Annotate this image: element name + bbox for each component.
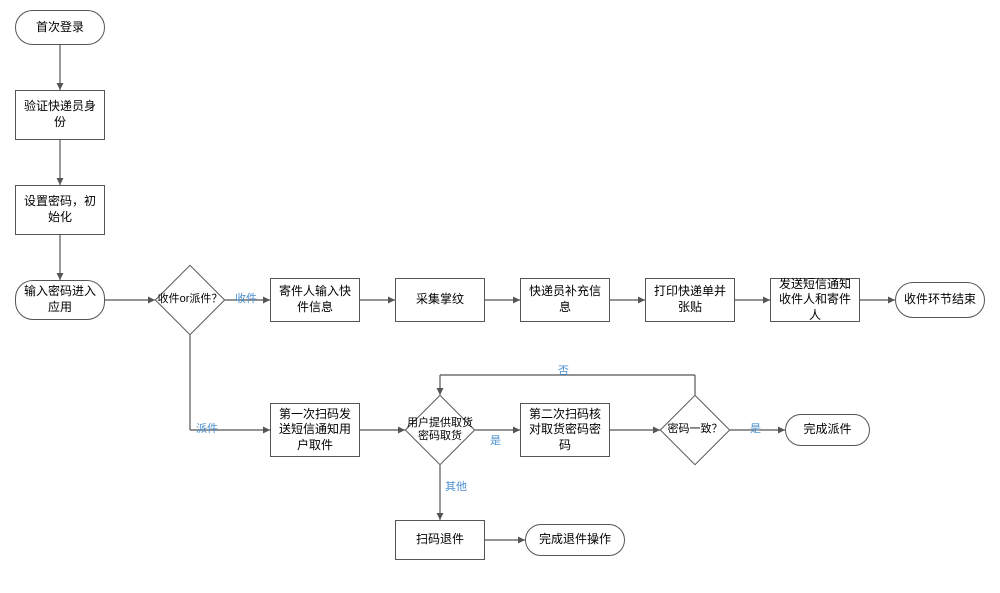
decision-password-match: 密码一致？ (660, 395, 730, 465)
node-first-login: 首次登录 (15, 10, 105, 45)
node-pickup-end: 收件环节结束 (895, 282, 985, 318)
node-first-scan-sms: 第一次扫码发送短信通知用户取件 (270, 403, 360, 457)
node-verify-courier: 验证快递员身份 (15, 90, 105, 140)
node-sender-input: 寄件人输入快件信息 (270, 278, 360, 322)
node-second-scan-verify: 第二次扫码核对取货密码密码 (520, 403, 610, 457)
label-yes-1: 是 (490, 432, 501, 448)
decision-user-password: 用户提供取货密码取货 (405, 395, 475, 465)
node-send-sms: 发送短信通知收件人和寄件人 (770, 278, 860, 322)
label-no: 否 (558, 362, 569, 378)
node-scan-return: 扫码退件 (395, 520, 485, 560)
label-yes-2: 是 (750, 420, 761, 436)
node-courier-supplement: 快递员补充信息 (520, 278, 610, 322)
node-delivery-complete: 完成派件 (785, 414, 870, 446)
node-set-password: 设置密码，初始化 (15, 185, 105, 235)
decision-pickup-or-deliver: 收件or派件？ (155, 265, 225, 335)
label-pickup: 收件 (235, 290, 257, 306)
node-print-label: 打印快递单并张贴 (645, 278, 735, 322)
node-enter-password: 输入密码进入应用 (15, 280, 105, 320)
node-collect-palmprint: 采集掌纹 (395, 278, 485, 322)
node-return-complete: 完成退件操作 (525, 524, 625, 556)
label-deliver: 派件 (196, 420, 218, 436)
label-other: 其他 (445, 478, 467, 494)
